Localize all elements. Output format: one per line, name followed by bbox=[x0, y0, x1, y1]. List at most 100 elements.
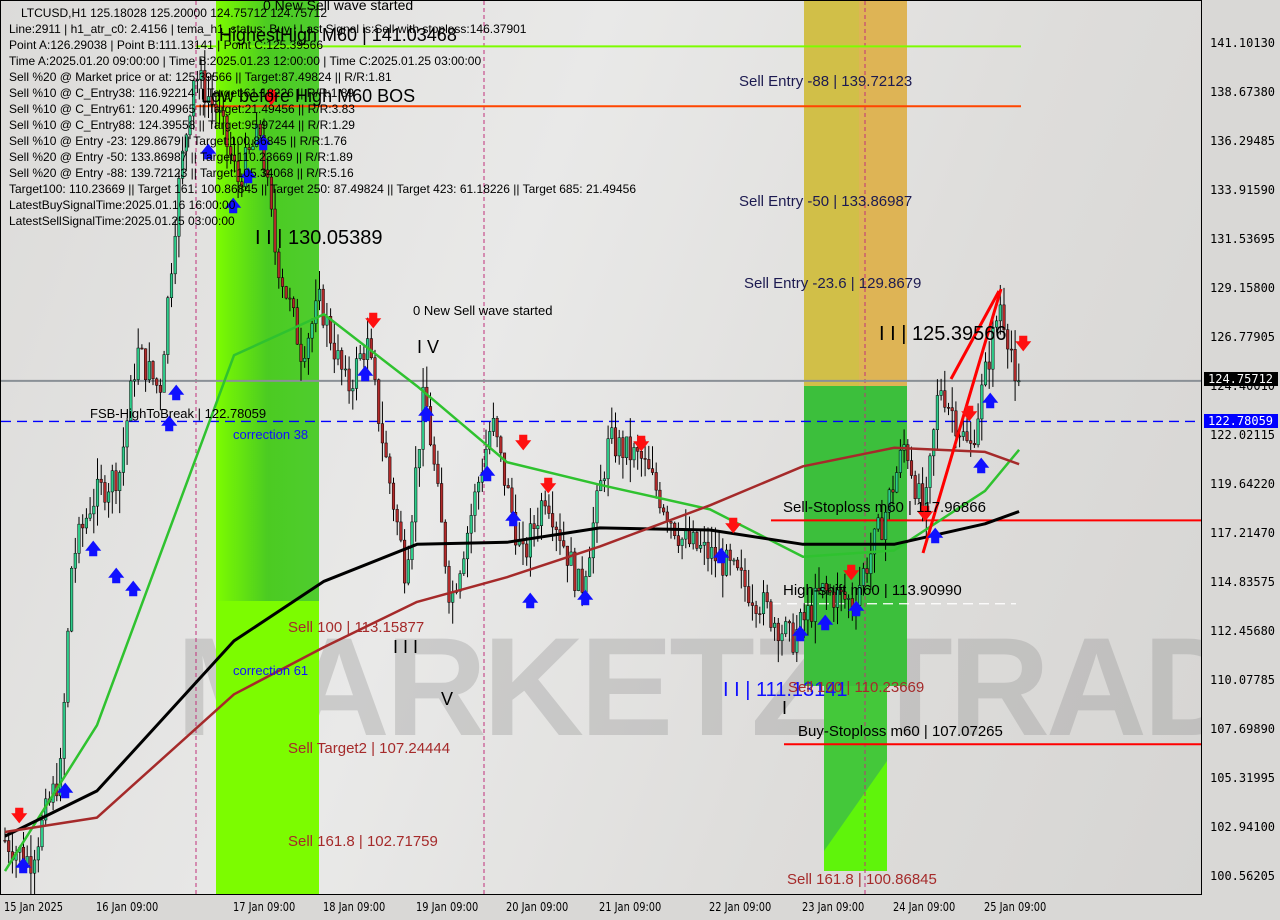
candle-body bbox=[1009, 348, 1013, 351]
candle-body bbox=[414, 467, 418, 523]
candle-body bbox=[125, 420, 129, 448]
time-tick-label: 22 Jan 09:00 bbox=[709, 900, 772, 914]
candle-body bbox=[528, 523, 532, 558]
candle-body bbox=[909, 460, 914, 476]
candle-body bbox=[761, 592, 766, 615]
candle-body bbox=[765, 592, 769, 603]
price-tick-label: 133.91590 bbox=[1210, 183, 1276, 197]
time-tick-label: 16 Jan 09:00 bbox=[96, 900, 159, 914]
candle-body bbox=[669, 521, 673, 524]
sell-arrow-icon: 🡇 bbox=[1015, 336, 1032, 353]
candle-body bbox=[547, 505, 551, 514]
candle-body bbox=[151, 361, 155, 380]
candle-body bbox=[144, 348, 148, 380]
label-sell-stoploss: Sell-Stoploss m60 | 117.96866 bbox=[783, 499, 986, 516]
time-tick-label: 24 Jan 09:00 bbox=[893, 900, 956, 914]
candle-body bbox=[399, 521, 403, 541]
buy-arrow-icon: 🡅 bbox=[168, 384, 185, 402]
candle-body bbox=[643, 458, 647, 460]
price-tick-label: 138.67380 bbox=[1210, 85, 1276, 99]
price-tick-label: 117.21470 bbox=[1210, 526, 1276, 540]
label-wave-v: V bbox=[441, 689, 454, 709]
candle-body bbox=[684, 530, 688, 540]
label-sell-target2: Sell Target2 | 107.24444 bbox=[288, 740, 451, 757]
candle-body bbox=[932, 429, 936, 457]
candle-body bbox=[732, 559, 736, 562]
candle-body bbox=[425, 386, 429, 407]
candle-body bbox=[33, 859, 37, 874]
candle-body bbox=[351, 388, 355, 392]
candle-body bbox=[343, 368, 347, 371]
candle-body bbox=[406, 559, 410, 584]
label-wave-i: I bbox=[782, 698, 788, 718]
candle-body bbox=[288, 297, 292, 300]
sell-arrow-icon: 🡇 bbox=[515, 435, 532, 452]
label-sell-entry-88: Sell Entry -88 | 139.72123 bbox=[739, 73, 913, 90]
candle-body bbox=[787, 621, 791, 624]
info-line: Sell %20 @ Market price or at: 125.39566… bbox=[9, 70, 392, 84]
candle-body bbox=[473, 491, 477, 516]
candle-body bbox=[602, 478, 606, 481]
info-line: LatestBuySignalTime:2025.01.16 16:00:00 bbox=[9, 198, 236, 212]
candle-body bbox=[680, 538, 684, 546]
candle-body bbox=[961, 431, 965, 437]
buy-arrow-icon: 🡅 bbox=[973, 457, 990, 475]
candle-body bbox=[750, 602, 754, 606]
candle-body bbox=[436, 463, 440, 484]
candle-body bbox=[114, 470, 118, 491]
candle-body bbox=[469, 515, 473, 534]
time-tick-label: 25 Jan 09:00 bbox=[984, 900, 1047, 914]
candle-body bbox=[954, 410, 958, 437]
candle-body bbox=[876, 517, 880, 530]
candle-body bbox=[543, 500, 547, 507]
buy-arrow-icon: 🡅 bbox=[15, 857, 32, 875]
buy-arrow-icon: 🡅 bbox=[522, 592, 539, 610]
time-tick-label: 19 Jan 09:00 bbox=[416, 900, 479, 914]
label-sell-entry-50: Sell Entry -50 | 133.86987 bbox=[739, 193, 913, 210]
candle-body bbox=[872, 528, 877, 555]
candle-body bbox=[140, 347, 144, 350]
candle-body bbox=[606, 438, 610, 480]
sell-arrow-icon: 🡇 bbox=[11, 808, 28, 825]
buy-arrow-icon: 🡅 bbox=[792, 625, 809, 643]
label-wave-ii-left: I I | 130.05389 bbox=[255, 227, 383, 249]
candle-body bbox=[132, 379, 137, 382]
candle-body bbox=[810, 605, 814, 622]
candle-body bbox=[314, 300, 318, 324]
candle-body bbox=[539, 500, 544, 526]
price-tick-label: 131.53695 bbox=[1210, 232, 1276, 246]
chart-plot-area[interactable]: MARKETZITRADE 🡅🡅🡅🡅🡅🡅🡅🡅🡅🡅🡅🡅🡅🡅🡅🡅🡅🡅🡅🡅🡅🡅🡅🡅🡇🡇… bbox=[0, 0, 1202, 895]
candle-body bbox=[155, 378, 159, 386]
candle-body bbox=[417, 449, 421, 469]
candle-body bbox=[299, 343, 303, 362]
candle-body bbox=[62, 702, 66, 759]
candle-body bbox=[292, 298, 296, 308]
candle-body bbox=[173, 236, 177, 275]
candle-body bbox=[451, 592, 455, 603]
sell-arrow-icon: 🡇 bbox=[633, 436, 650, 453]
sell-arrow-icon: 🡇 bbox=[843, 565, 860, 582]
candle-body bbox=[943, 390, 947, 408]
label-wave-ii-right: I I | 125.39566 bbox=[879, 323, 1007, 345]
candle-body bbox=[769, 601, 773, 628]
candle-body bbox=[588, 557, 592, 577]
label-sell-161-right: Sell 161.8 | 100.86845 bbox=[787, 871, 937, 888]
candle-body bbox=[340, 350, 344, 370]
buy-arrow-icon: 🡅 bbox=[927, 527, 944, 545]
candle-body bbox=[440, 483, 444, 523]
candle-body bbox=[569, 551, 573, 566]
label-low-before-high: Low before High M60 BOS bbox=[201, 86, 416, 106]
price-tick-label: 105.31995 bbox=[1210, 771, 1276, 785]
price-tick-label: 100.56205 bbox=[1210, 869, 1276, 883]
candle-body bbox=[347, 368, 351, 392]
candle-body bbox=[913, 475, 917, 499]
candle-body bbox=[70, 567, 74, 632]
candle-body bbox=[972, 443, 976, 446]
zone-green-buy bbox=[804, 386, 907, 686]
label-sell-entry-23-6: Sell Entry -23.6 | 129.8679 bbox=[744, 275, 922, 292]
candle-body bbox=[377, 379, 381, 424]
candle-body bbox=[773, 622, 777, 628]
candle-body bbox=[321, 288, 325, 326]
time-tick-label: 18 Jan 09:00 bbox=[323, 900, 386, 914]
price-tick-label: 112.45680 bbox=[1210, 624, 1276, 638]
